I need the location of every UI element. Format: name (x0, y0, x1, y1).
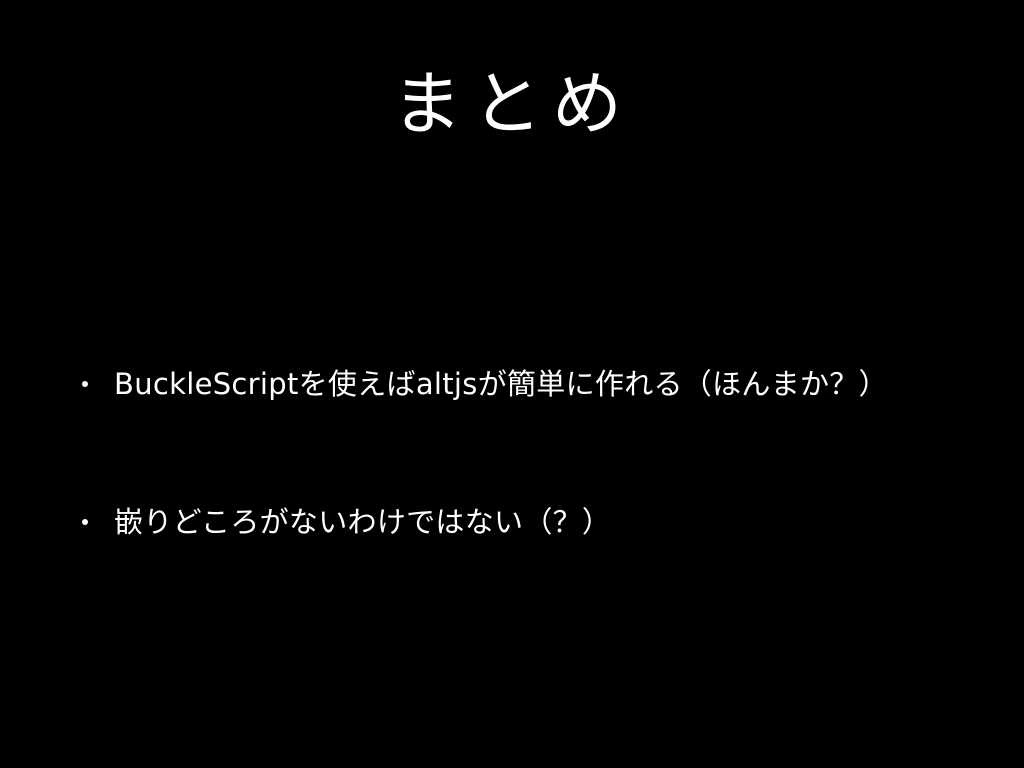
bullet-list: BuckleScriptを使えばaltjsが簡単に作れる（ほんまか？） 嵌りどこ… (0, 0, 1024, 768)
bullet-text: BuckleScriptを使えばaltjsが簡単に作れる（ほんまか？） (114, 367, 888, 401)
bullet-text: 嵌りどころがないわけではない（？） (114, 505, 612, 539)
slide: まとめ BuckleScriptを使えばaltjsが簡単に作れる（ほんまか？） … (0, 0, 1024, 768)
bullet-item: 嵌りどころがないわけではない（？） (82, 502, 982, 542)
bullet-item: BuckleScriptを使えばaltjsが簡単に作れる（ほんまか？） (82, 364, 982, 404)
bullet-dot-icon (82, 381, 88, 387)
bullet-dot-icon (82, 519, 88, 525)
